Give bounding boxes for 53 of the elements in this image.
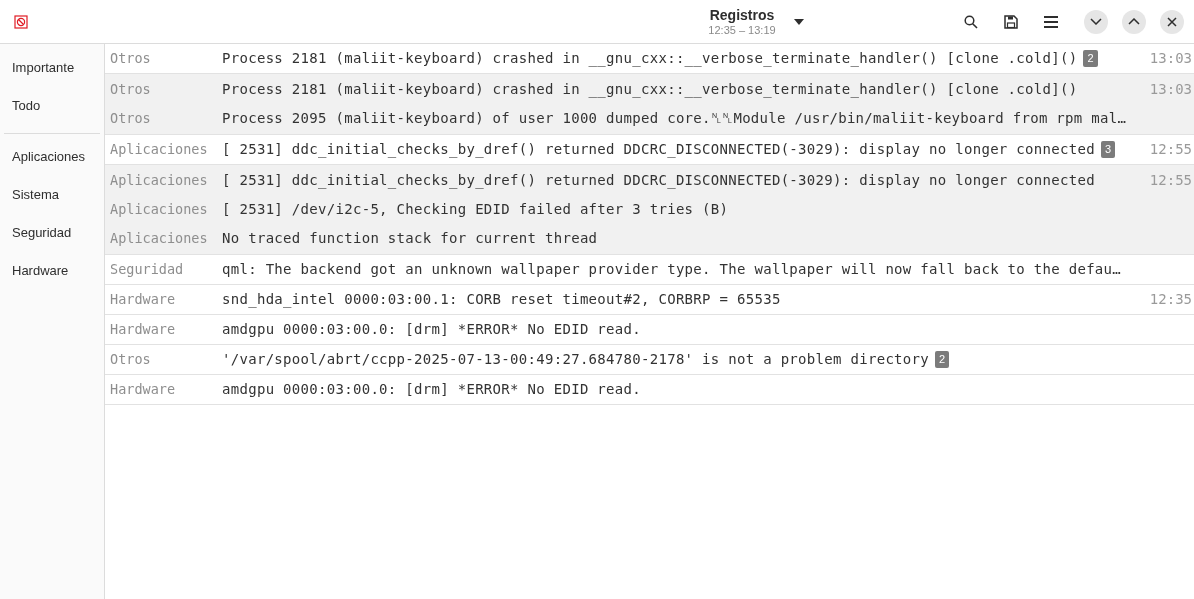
sidebar-item[interactable]: Importante (0, 49, 104, 87)
log-message: snd_hda_intel 0000:03:00.1: CORB reset timeout#2, CORBRP = 65535 (222, 290, 781, 310)
timestamp: 12:55 (1148, 171, 1192, 190)
log-message: Process 2181 (maliit-keyboard) crashed in __gnu_cxx::__verbose_terminate_handler() [clone .cold]() (222, 49, 1078, 69)
log-message: Process 2095 (maliit-keyboard) of user 1000 dumped core.␤␤Module /usr/bin/maliit-keyboard from rpm mal… (222, 109, 1127, 128)
save-icon[interactable] (1004, 14, 1018, 29)
log-message: No traced function stack for current thread (222, 229, 598, 248)
close-icon (1167, 16, 1177, 27)
category-label: Hardware (110, 290, 177, 310)
menu-icon[interactable] (1044, 15, 1058, 28)
log-entry[interactable] (105, 74, 1194, 135)
count-badge: 2 (935, 351, 950, 368)
prohibited-icon[interactable] (14, 14, 28, 29)
sidebar-item[interactable]: Sistema (4, 176, 100, 214)
count-badge: 2 (1083, 50, 1098, 67)
category-label: Otros (110, 109, 152, 129)
sidebar-item[interactable]: Todo (0, 87, 104, 125)
log-message: [ 2531] /dev/i2c-5, Checking EDID failed after 3 tries (B) (222, 200, 729, 219)
category-label: Aplicaciones (110, 229, 209, 249)
log-message: qml: The backend got an unknown wallpaper provider type. The wallpaper will now fall back to the defau… (222, 260, 1122, 279)
timestamp: 12:55 (1148, 140, 1192, 159)
category-label: Aplicaciones (110, 171, 209, 191)
chevron-up-icon (1128, 18, 1140, 25)
log-message: Process 2181 (maliit-keyboard) crashed in __gnu_cxx::__verbose_terminate_handler() [clone .cold]() (222, 80, 1078, 100)
sidebar-item[interactable]: Seguridad (4, 214, 100, 252)
log-message: [ 2531] ddc_initial_checks_by_dref() returned DDCRC_DISCONNECTED(-3029): display no longer connected (222, 140, 1095, 160)
sidebar-item[interactable]: Hardware (4, 252, 100, 290)
scroll-up-button[interactable] (1122, 9, 1146, 34)
close-button[interactable] (1160, 9, 1184, 34)
log-message: amdgpu 0000:03:00.0: [drm] *ERROR* No EDID read. (222, 380, 641, 399)
log-message: [ 2531] ddc_initial_checks_by_dref() returned DDCRC_DISCONNECTED(-3029): display no longer connected (222, 171, 1095, 191)
category-label: Seguridad (110, 260, 185, 280)
category-label: Aplicaciones (110, 200, 209, 220)
category-label: Aplicaciones (110, 140, 209, 160)
timestamp: 13:03 (1148, 49, 1192, 68)
timestamp: 13:03 (1148, 80, 1192, 99)
category-label: Otros (110, 350, 152, 370)
category-label: Hardware (110, 320, 177, 340)
sidebar-item[interactable]: Aplicaciones (4, 138, 100, 176)
dropdown-caret-icon[interactable] (793, 18, 804, 25)
category-label: Otros (110, 80, 152, 100)
log-entry[interactable] (105, 165, 1194, 255)
chevron-down-icon (1090, 18, 1102, 25)
category-label: Otros (110, 49, 152, 69)
log-message: amdgpu 0000:03:00.0: [drm] *ERROR* No EDID read. (222, 320, 641, 339)
log-message: '/var/spool/abrt/ccpp-2025-07-13-00:49:27.684780-2178' is not a problem directory (222, 350, 930, 369)
search-icon[interactable] (964, 14, 978, 29)
scroll-down-button[interactable] (1084, 9, 1108, 34)
window-title: Registros (709, 6, 775, 24)
time-range: 12:35 – 13:19 (708, 24, 776, 37)
category-label: Hardware (110, 380, 177, 400)
count-badge: 3 (1100, 141, 1115, 158)
timestamp: 12:35 (1148, 290, 1192, 309)
